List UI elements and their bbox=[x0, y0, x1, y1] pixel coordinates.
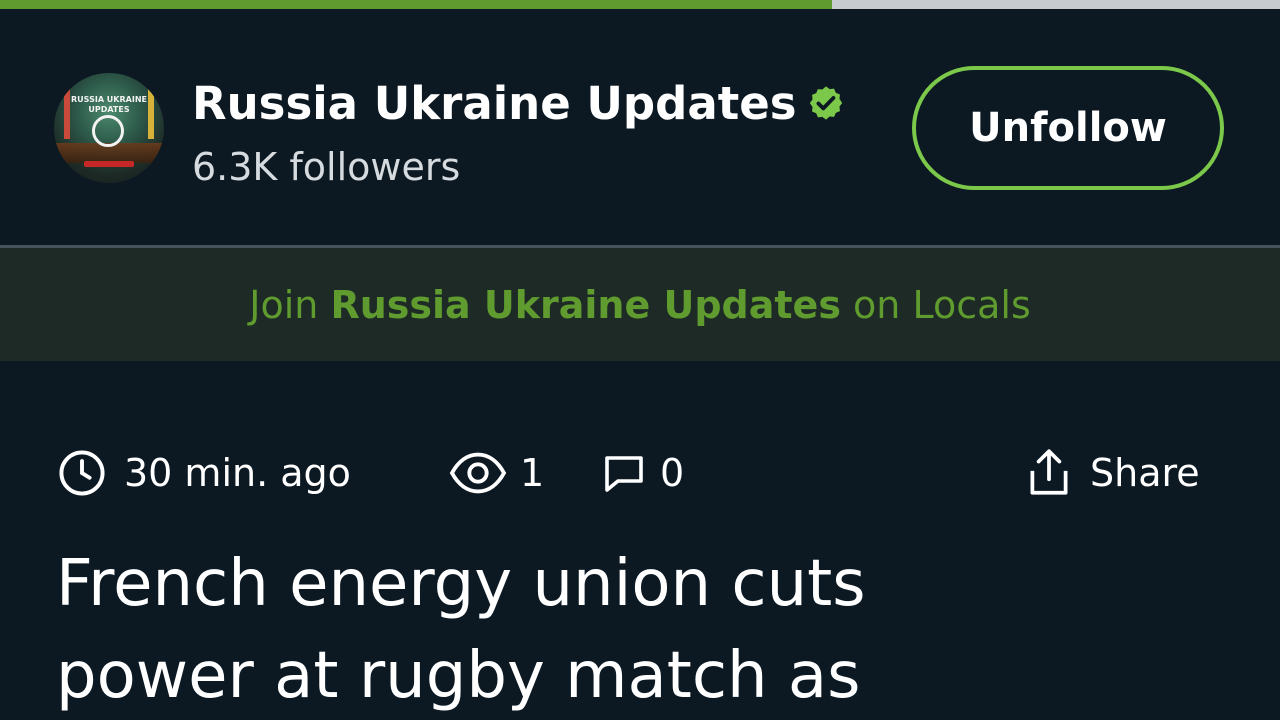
comment-count[interactable]: 0 bbox=[600, 440, 684, 506]
avatar-red-bar bbox=[84, 161, 134, 167]
post-time: 30 min. ago bbox=[56, 440, 351, 506]
join-locals-banner[interactable]: Join Russia Ukraine Updates on Locals bbox=[0, 248, 1280, 361]
avatar-ring bbox=[92, 115, 124, 147]
avatar-title-line2: UPDATES bbox=[88, 105, 130, 114]
headline-line-2: power at rugby match as bbox=[56, 639, 861, 713]
comment-icon bbox=[605, 456, 643, 492]
channel-name-row: Russia Ukraine Updates bbox=[192, 75, 845, 131]
share-label: Share bbox=[1090, 451, 1200, 495]
share-icon bbox=[1030, 449, 1068, 495]
join-suffix: on Locals bbox=[853, 282, 1031, 327]
video-frame: RUSSIA UKRAINE UPDATES Russia Ukraine Up… bbox=[0, 0, 1280, 720]
eye-icon bbox=[449, 452, 507, 494]
join-channel-name: Russia Ukraine Updates bbox=[330, 282, 841, 327]
video-progress-bar[interactable] bbox=[0, 0, 1280, 9]
join-locals-text: Join Russia Ukraine Updates on Locals bbox=[249, 283, 1031, 327]
video-progress-fill bbox=[0, 0, 832, 9]
share-button[interactable]: Share bbox=[1024, 440, 1200, 506]
post-meta-row: 30 min. ago 1 0 Share bbox=[0, 440, 1280, 506]
channel-name[interactable]: Russia Ukraine Updates bbox=[192, 77, 797, 130]
channel-avatar[interactable]: RUSSIA UKRAINE UPDATES bbox=[54, 73, 164, 183]
join-prefix: Join bbox=[249, 282, 319, 327]
clock-icon bbox=[59, 450, 105, 496]
view-count: 1 bbox=[446, 440, 544, 506]
comment-count-text: 0 bbox=[660, 451, 685, 495]
headline-line-1: French energy union cuts bbox=[56, 547, 866, 621]
follower-count: 6.3K followers bbox=[192, 145, 461, 189]
avatar-title-line1: RUSSIA UKRAINE bbox=[71, 95, 147, 104]
verified-check-icon bbox=[809, 86, 842, 120]
post-time-text: 30 min. ago bbox=[124, 451, 351, 495]
view-count-text: 1 bbox=[520, 451, 545, 495]
channel-header: RUSSIA UKRAINE UPDATES Russia Ukraine Up… bbox=[0, 9, 1280, 245]
post-headline[interactable]: French energy union cuts power at rugby … bbox=[56, 538, 1236, 720]
unfollow-button[interactable]: Unfollow bbox=[912, 66, 1224, 190]
